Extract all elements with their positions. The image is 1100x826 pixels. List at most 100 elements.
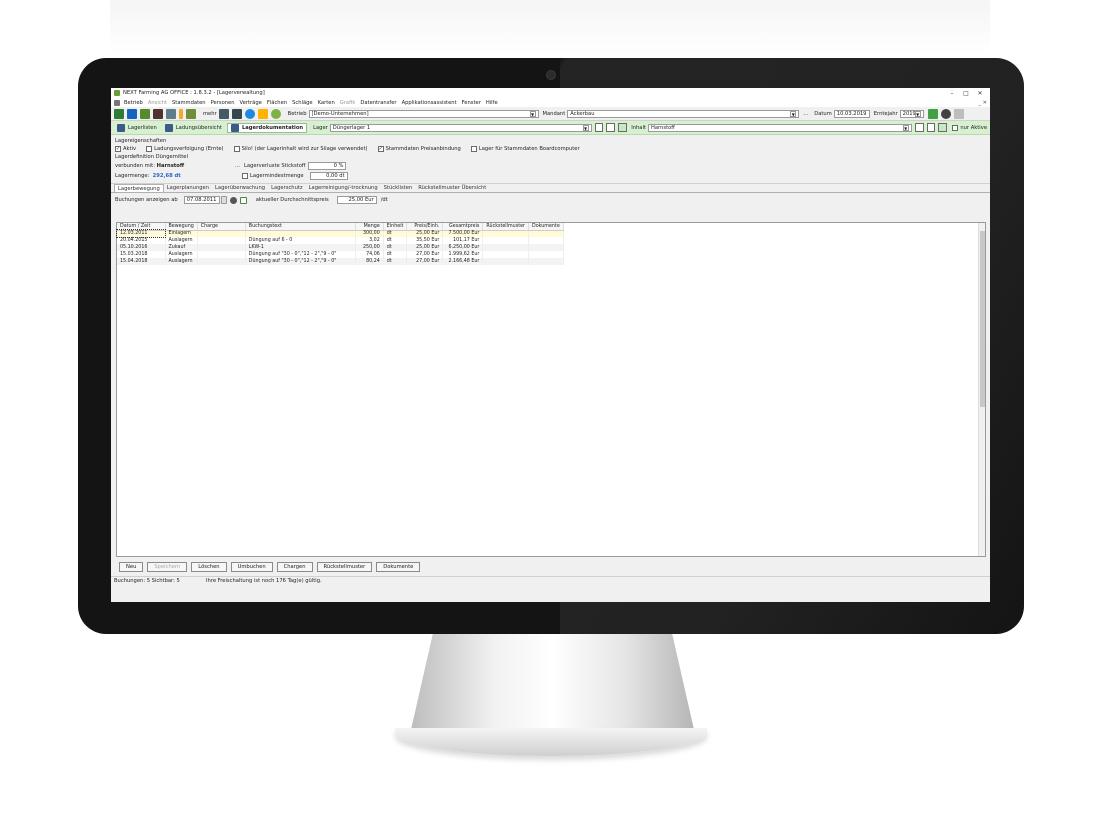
plant-icon[interactable] — [186, 108, 196, 119]
table-row[interactable]: 15.03.2018 Auslagern Düngung auf "30 - 0",… — [117, 251, 564, 258]
menu-item-betrieb[interactable]: Betrieb — [124, 100, 143, 106]
durchschnitt-input[interactable]: 25,00 Eur — [336, 196, 377, 204]
rueckstellmuster-button[interactable]: Rückstellmuster — [316, 561, 373, 572]
gear-icon[interactable] — [270, 108, 281, 119]
column-header[interactable]: Einheit — [383, 223, 408, 231]
layers-icon[interactable] — [127, 108, 137, 119]
map-icon[interactable] — [257, 108, 268, 119]
tab-lagerreinigungtrocknung[interactable]: Lagerreinigung/-trocknung — [306, 184, 381, 192]
tractor-icon[interactable] — [140, 108, 150, 119]
betrieb-select[interactable]: [Demo-Unternehmen] ▼ — [308, 109, 539, 118]
nur-aktive-checkbox[interactable]: nur Aktive — [952, 124, 987, 131]
home-icon[interactable] — [114, 108, 124, 119]
new-document-icon[interactable] — [914, 123, 924, 132]
mandant-select[interactable]: Ackerbau ▼ — [567, 109, 800, 118]
tab-lagerlisten[interactable]: Lagerlisten — [114, 123, 160, 133]
close-button[interactable]: ✕ — [973, 90, 987, 97]
tab-lagerbewegung[interactable]: Lagerbewegung — [114, 184, 164, 192]
tab-lagerdokumentation[interactable]: Lagerdokumentation — [226, 122, 308, 133]
column-header[interactable]: Menge — [355, 223, 384, 231]
export-icon[interactable] — [239, 196, 247, 204]
menu-item-ansicht[interactable]: Ansicht — [148, 100, 167, 106]
mindestmenge-input[interactable]: 0,00 dt — [309, 172, 348, 180]
menu-item-flächen[interactable]: Flächen — [267, 100, 287, 106]
vertical-scrollbar[interactable] — [978, 223, 985, 556]
menu-item-fenster[interactable]: Fenster — [462, 100, 481, 106]
column-header[interactable]: Dokumente — [528, 223, 564, 231]
tab-lagerüberwachung[interactable]: Lagerüberwachung — [212, 184, 268, 192]
column-header[interactable]: Gesamtpreis — [442, 223, 484, 231]
menu-item-karten[interactable]: Karten — [318, 100, 335, 106]
bottle-icon[interactable] — [179, 108, 183, 119]
durchschnitt-label: aktueller Durchschnittspreis — [255, 197, 329, 203]
plus-minus-icon[interactable] — [927, 108, 938, 119]
lager-select[interactable]: Düngerlager 1 ▼ — [329, 123, 592, 132]
mindestmenge-checkbox[interactable]: Lagermindestmenge — [242, 173, 304, 179]
table-cell — [197, 244, 246, 251]
refresh-icon[interactable] — [229, 196, 237, 204]
column-header[interactable]: Buchungstext — [245, 223, 356, 231]
menu-item-applikationsassistent[interactable]: Applikationsassistent — [402, 100, 457, 106]
speichern-button[interactable]: Speichern — [147, 561, 188, 572]
tab-lagerplanungen[interactable]: Lagerplanungen — [164, 184, 212, 192]
mehr-button[interactable]: mehr — [203, 111, 217, 117]
column-header[interactable]: Datum / Zeit — [117, 223, 166, 231]
mdi-window-controls[interactable]: _ ✕ — [978, 100, 987, 106]
column-header[interactable]: Rückstellmuster — [482, 223, 529, 231]
erntejahr-select[interactable]: 2019 ▼ — [899, 109, 924, 118]
silo-icon[interactable] — [153, 108, 163, 119]
maximize-button[interactable]: □ — [959, 90, 973, 97]
edit-document-icon[interactable] — [606, 123, 616, 132]
calculator-icon[interactable] — [231, 108, 242, 119]
menu-item-personen[interactable]: Personen — [211, 100, 235, 106]
menu-item-stammdaten[interactable]: Stammdaten — [172, 100, 206, 106]
verbunden-more-button[interactable]: ... — [235, 163, 240, 169]
datum-input[interactable]: 10.03.2019 — [833, 109, 870, 118]
tab-ladungsuebersicht[interactable]: Ladungsübersicht — [162, 123, 225, 133]
export-icon[interactable] — [618, 123, 628, 132]
filter-date-input[interactable]: 07.08.2011 — [183, 196, 220, 204]
ladungsverfolgung-checkbox[interactable]: Ladungsverfolgung (Ernte) — [146, 146, 224, 152]
loeschen-button[interactable]: Löschen — [191, 561, 227, 572]
aktiv-checkbox[interactable]: ✓ Aktiv — [115, 146, 136, 152]
column-header[interactable]: Charge — [197, 223, 246, 231]
minimize-button[interactable]: – — [945, 90, 959, 97]
column-header[interactable]: Preis/Einh. — [406, 223, 444, 231]
menu-item-datentransfer[interactable]: Datentransfer — [360, 100, 396, 106]
dokumente-button[interactable]: Dokumente — [376, 561, 421, 572]
pointer-help-icon[interactable] — [953, 108, 964, 119]
table-row[interactable]: 20.04.2015 Auslagern Düngung auf 6 - 0 3,02… — [117, 237, 564, 244]
spinner-icon[interactable] — [220, 196, 227, 204]
column-header[interactable]: Bewegung — [165, 223, 198, 231]
help-icon[interactable] — [940, 108, 951, 119]
boardcomputer-checkbox[interactable]: Lager für Stammdaten Boardcomputer — [470, 146, 580, 152]
silo-checkbox[interactable]: Silo! (der Lagerinhalt wird zur Silage v… — [233, 146, 368, 152]
table-cell: 101,17 Eur — [442, 237, 484, 244]
table-row[interactable]: 15.04.2018 Auslagern Düngung auf "30 - 0",… — [117, 258, 564, 265]
new-document-icon[interactable] — [594, 123, 604, 132]
menu-item-grafik[interactable]: Grafik — [340, 100, 356, 106]
menu-item-verträge[interactable]: Verträge — [240, 100, 262, 106]
app-logo-icon — [114, 90, 120, 96]
stammdaten-preis-checkbox[interactable]: ✓ Stammdaten Preisanbindung — [377, 146, 461, 152]
neu-button[interactable]: Neu — [119, 561, 144, 572]
edit-document-icon[interactable] — [926, 123, 936, 132]
export-icon[interactable] — [938, 123, 948, 132]
trailer-icon[interactable] — [166, 108, 176, 119]
menu-item-schläge[interactable]: Schläge — [292, 100, 313, 106]
tab-lagerschutz[interactable]: Lagerschutz — [268, 184, 306, 192]
table-icon[interactable] — [218, 108, 229, 119]
table-row[interactable]: 12.03.2011 Einlagern 300,00 dt 25,00 Eur 7.50… — [116, 229, 564, 238]
chargen-button[interactable]: Chargen — [276, 561, 313, 572]
scrollbar-thumb[interactable] — [980, 231, 985, 407]
umbuchen-button[interactable]: Umbuchen — [230, 561, 273, 572]
tab-rückstellmusterübersicht[interactable]: Rückstellmuster Übersicht — [415, 184, 489, 192]
globe-icon[interactable] — [244, 108, 255, 119]
table-cell: dt — [383, 230, 408, 237]
inhalt-select[interactable]: Harnstoff ▼ — [647, 123, 912, 132]
table-row[interactable]: 05.10.2016 Zukauf LKW-1 250,00 dt 25,00 Eur 6.… — [117, 244, 564, 251]
stickstoff-input[interactable]: 0 % — [308, 162, 347, 170]
menu-item-hilfe[interactable]: Hilfe — [486, 100, 498, 106]
tab-stücklisten[interactable]: Stücklisten — [381, 184, 416, 192]
mandant-more-button[interactable]: ... — [803, 111, 808, 117]
